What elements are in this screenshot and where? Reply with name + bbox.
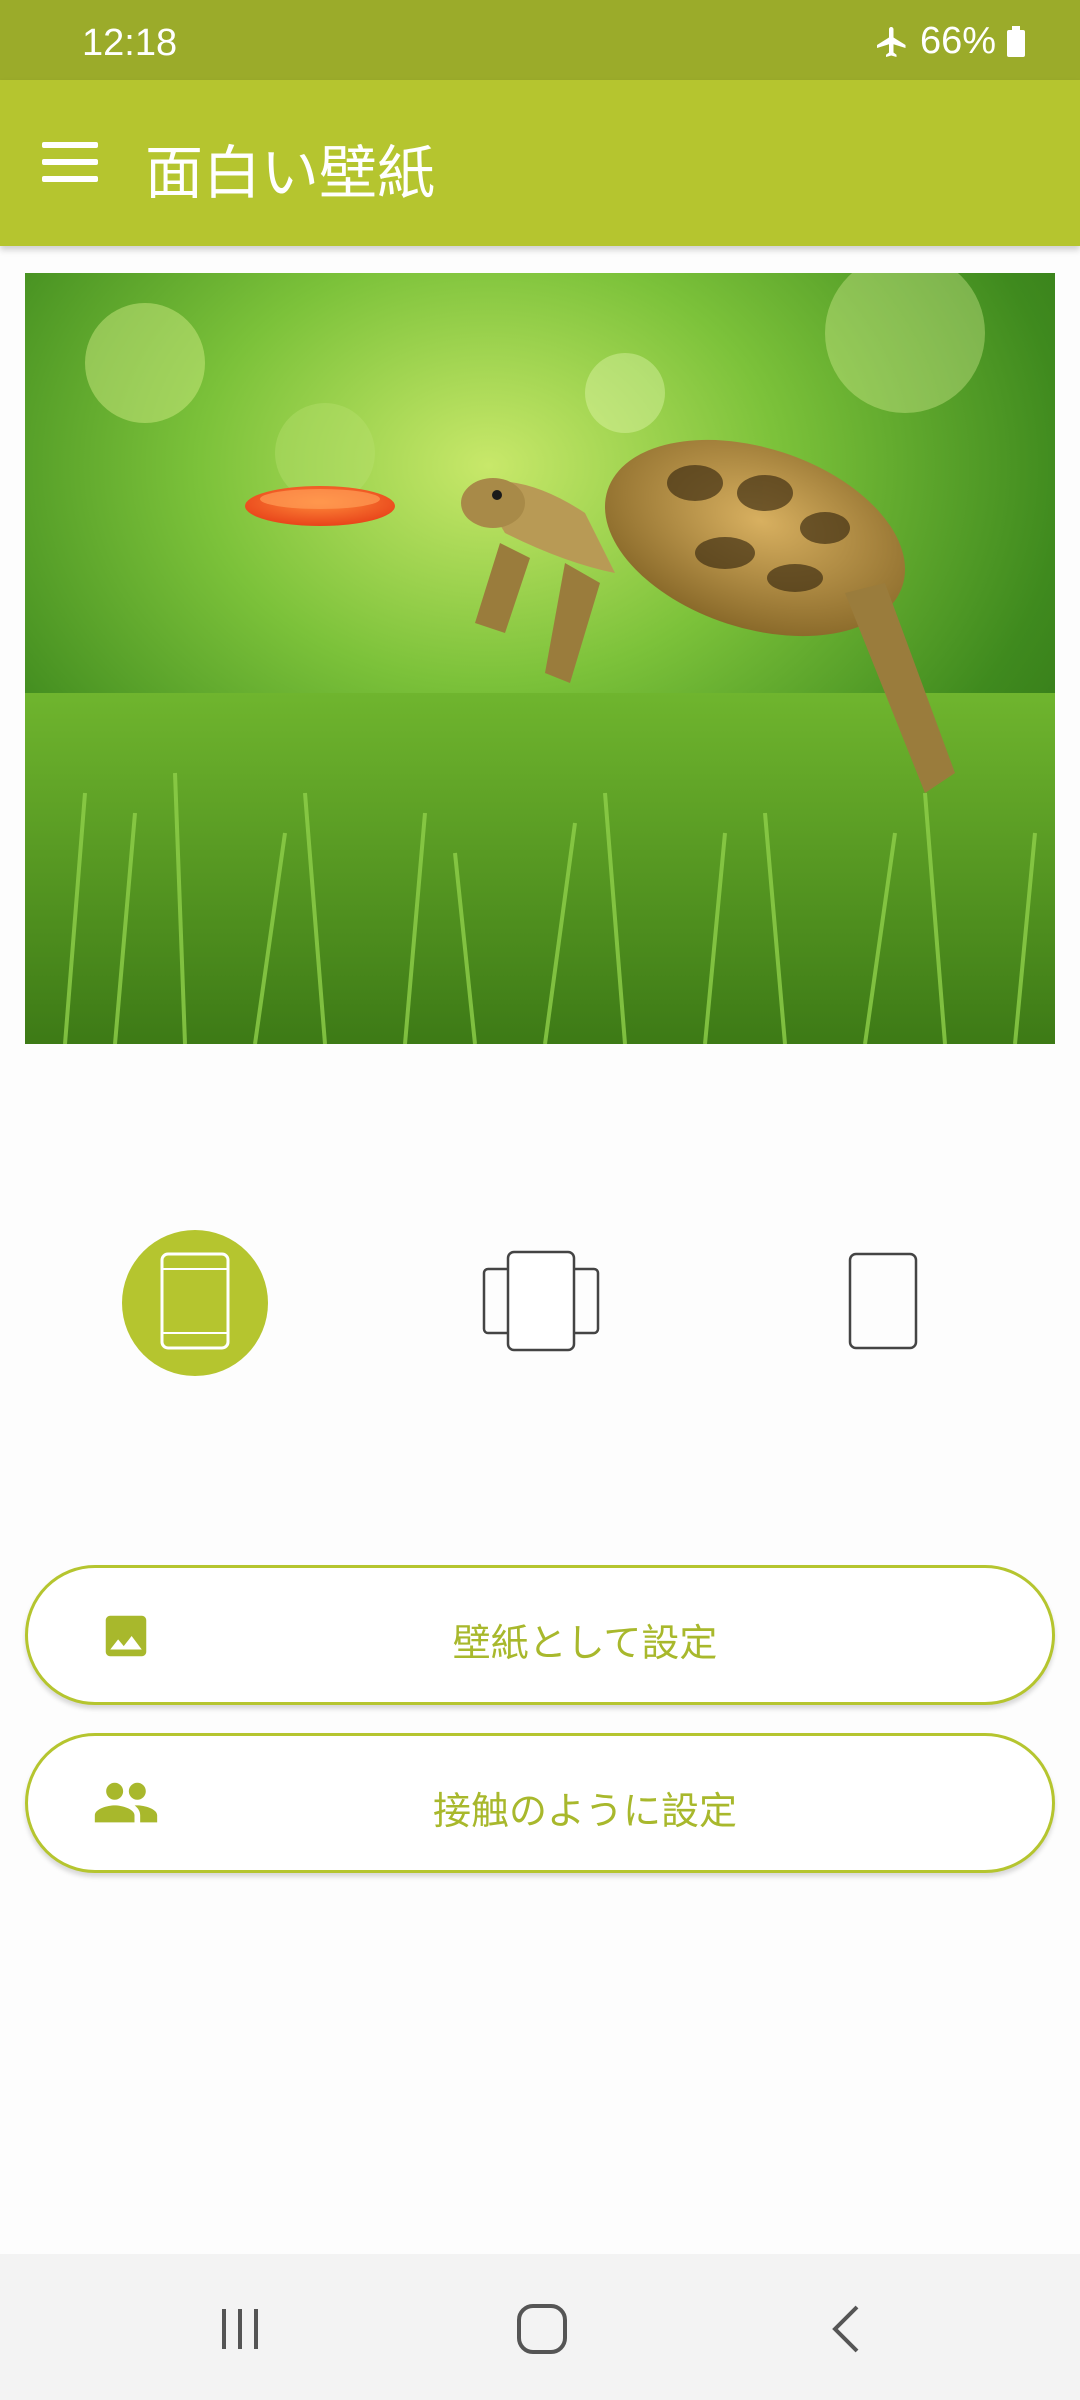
status-bar: 12:18 66% (0, 0, 1080, 80)
wallpaper-target-selector (0, 1230, 1080, 1378)
battery-icon (1006, 25, 1026, 58)
airplane-icon (874, 24, 910, 60)
set-as-contact-label: 接触のように設定 (432, 1789, 737, 1833)
home-icon[interactable] (502, 2294, 582, 2364)
home-screen-icon (159, 1251, 231, 1355)
app-title: 面白い壁紙 (145, 139, 436, 207)
hamburger-menu-icon[interactable] (40, 138, 100, 186)
lock-screen-icon (847, 1251, 919, 1355)
wallpaper-preview-image[interactable] (25, 273, 1055, 1044)
status-time: 12:18 (82, 22, 178, 64)
battery-percent: 66% (919, 20, 996, 62)
back-icon[interactable] (805, 2294, 885, 2364)
home-screen-mode-button[interactable] (122, 1230, 268, 1376)
system-navigation-bar (0, 2254, 1080, 2400)
set-as-contact-button[interactable]: 接触のように設定 (25, 1733, 1055, 1873)
app-bar: 面白い壁紙 (0, 80, 1080, 246)
status-indicators: 66% (874, 20, 1026, 63)
lock-screen-mode-button[interactable] (810, 1230, 956, 1376)
set-as-wallpaper-label: 壁紙として設定 (452, 1621, 718, 1665)
both-screens-icon (481, 1249, 601, 1357)
both-screens-mode-button[interactable] (468, 1230, 614, 1376)
recents-icon[interactable] (200, 2294, 280, 2364)
set-as-wallpaper-button[interactable]: 壁紙として設定 (25, 1565, 1055, 1705)
